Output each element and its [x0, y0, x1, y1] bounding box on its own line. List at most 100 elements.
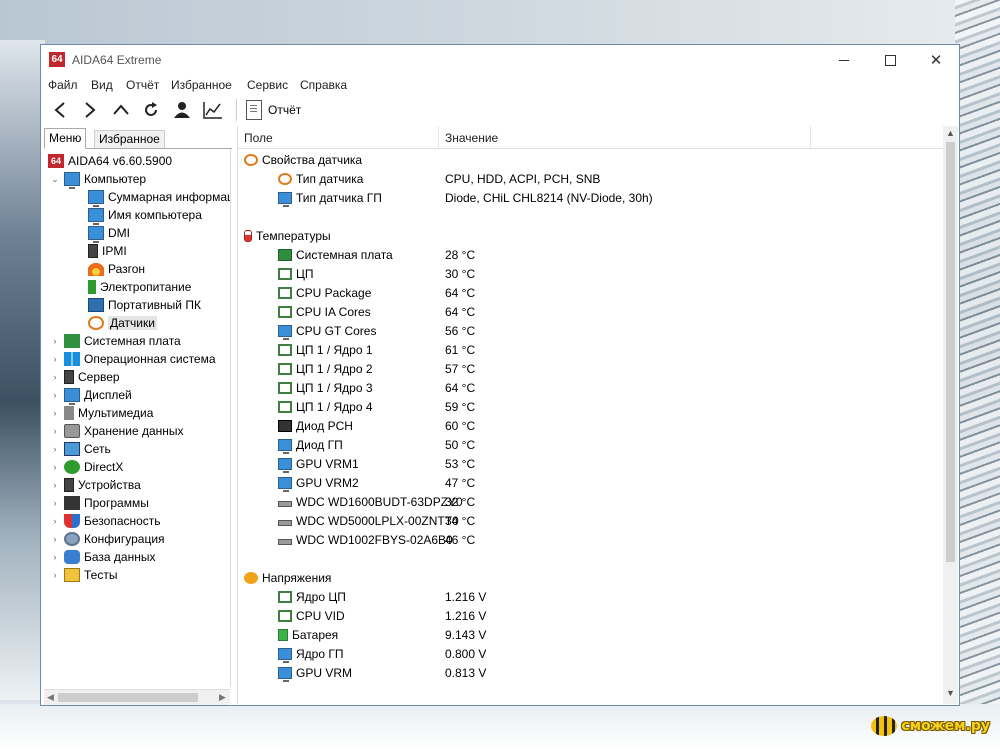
- chevron-right-icon[interactable]: ›: [50, 516, 60, 526]
- tree-item-configuration[interactable]: › Конфигурация: [50, 530, 165, 548]
- tree-item-tests[interactable]: › Тесты: [50, 566, 117, 584]
- refresh-button[interactable]: [138, 97, 164, 123]
- benchmark-chart-button[interactable]: [200, 97, 226, 123]
- menu-help[interactable]: Справка: [300, 78, 347, 92]
- chevron-right-icon[interactable]: ›: [50, 426, 60, 436]
- tree-item-network[interactable]: › Сеть: [50, 440, 111, 458]
- tree-item-computer[interactable]: ⌄ Компьютер: [50, 170, 146, 189]
- sensor-row[interactable]: Ядро ГП 0.800 V: [238, 644, 938, 663]
- tree-item-motherboard[interactable]: › Системная плата: [50, 332, 181, 350]
- sensor-row[interactable]: GPU VRM1 53 °C: [238, 454, 938, 473]
- directx-icon: [64, 460, 80, 474]
- scroll-down-icon[interactable]: ▼: [946, 688, 955, 698]
- column-header-field[interactable]: Поле: [244, 131, 273, 145]
- tab-menu[interactable]: Меню: [44, 128, 87, 149]
- forward-button[interactable]: [77, 97, 103, 123]
- tree-item-sensors[interactable]: Датчики: [88, 314, 157, 332]
- tab-favorites[interactable]: Избранное: [94, 130, 165, 148]
- chevron-down-icon[interactable]: ⌄: [50, 174, 60, 184]
- report-button[interactable]: Отчёт: [246, 98, 301, 122]
- chevron-right-icon[interactable]: ›: [50, 390, 60, 400]
- chevron-right-icon[interactable]: ›: [50, 534, 60, 544]
- tree-item-multimedia[interactable]: › Мультимедиа: [50, 404, 153, 422]
- sensor-row[interactable]: Диод ГП 50 °C: [238, 435, 938, 454]
- minimize-button[interactable]: [821, 45, 867, 75]
- tree-item-programs[interactable]: › Программы: [50, 494, 149, 512]
- sensor-row[interactable]: CPU GT Cores 56 °C: [238, 321, 938, 340]
- user-button[interactable]: [169, 97, 195, 123]
- sensor-row[interactable]: ЦП 1 / Ядро 1 61 °C: [238, 340, 938, 359]
- tree-item-server[interactable]: › Сервер: [50, 368, 120, 386]
- tree-item-security[interactable]: › Безопасность: [50, 512, 161, 530]
- menu-report[interactable]: Отчёт: [126, 78, 159, 92]
- scroll-left-icon[interactable]: ◀: [47, 692, 54, 703]
- sensor-row[interactable]: Системная плата 28 °C: [238, 245, 938, 264]
- tree-item-display[interactable]: › Дисплей: [50, 386, 132, 405]
- sensor-row[interactable]: GPU VRM2 47 °C: [238, 473, 938, 492]
- sensor-row[interactable]: CPU Package 64 °C: [238, 283, 938, 302]
- tree-horizontal-scrollbar[interactable]: ◀ ▶: [44, 689, 230, 705]
- sensor-row[interactable]: ЦП 1 / Ядро 2 57 °C: [238, 359, 938, 378]
- sensor-row[interactable]: WDC WD1002FBYS-02A6B0 46 °C: [238, 530, 938, 549]
- sensor-row[interactable]: CPU VID 1.216 V: [238, 606, 938, 625]
- tree-item-storage[interactable]: › Хранение данных: [50, 422, 184, 440]
- sensor-row[interactable]: Тип датчика ГП Diode, CHiL CHL8214 (NV-Di…: [238, 188, 938, 207]
- scroll-right-icon[interactable]: ▶: [219, 692, 226, 703]
- tree-item-summary[interactable]: Суммарная информация: [88, 188, 230, 207]
- table-vertical-scrollbar[interactable]: ▲ ▼: [943, 126, 958, 704]
- tree-item-ipmi[interactable]: IPMI: [88, 242, 127, 260]
- sensor-row[interactable]: Батарея 9.143 V: [238, 625, 938, 644]
- menu-view[interactable]: Вид: [91, 78, 113, 92]
- sensor-row[interactable]: ЦП 1 / Ядро 4 59 °C: [238, 397, 938, 416]
- back-button[interactable]: [47, 97, 73, 123]
- scroll-up-icon[interactable]: ▲: [946, 128, 955, 138]
- sensor-row[interactable]: GPU VRM 0.813 V: [238, 663, 938, 682]
- tree-item-database[interactable]: › База данных: [50, 548, 155, 566]
- sensor-row[interactable]: ЦП 30 °C: [238, 264, 938, 283]
- sensor-group-header[interactable]: Свойства датчика: [238, 150, 938, 169]
- maximize-button[interactable]: [867, 45, 913, 75]
- column-divider[interactable]: [438, 126, 439, 148]
- minimize-icon: [839, 59, 849, 61]
- sensor-group-header[interactable]: Напряжения: [238, 568, 938, 587]
- sensor-group-header[interactable]: Температуры: [238, 226, 938, 245]
- tree-item-overclock[interactable]: Разгон: [88, 260, 145, 278]
- sensor-row[interactable]: Диод PCH 60 °C: [238, 416, 938, 435]
- chevron-right-icon[interactable]: ›: [50, 480, 60, 490]
- tree-item-computer-name[interactable]: Имя компьютера: [88, 206, 202, 225]
- menu-file[interactable]: Файл: [48, 78, 78, 92]
- close-button[interactable]: ✕: [913, 45, 959, 75]
- tree-item-root[interactable]: 64 AIDA64 v6.60.5900: [48, 152, 172, 170]
- computer-icon: [64, 172, 80, 189]
- chevron-right-icon[interactable]: ›: [50, 444, 60, 454]
- sensor-row[interactable]: CPU IA Cores 64 °C: [238, 302, 938, 321]
- tree-item-devices[interactable]: › Устройства: [50, 476, 141, 494]
- chevron-right-icon[interactable]: ›: [50, 336, 60, 346]
- chevron-right-icon[interactable]: ›: [50, 570, 60, 580]
- title-bar[interactable]: 64 AIDA64 Extreme ✕: [41, 45, 959, 75]
- sensor-row[interactable]: Тип датчика CPU, HDD, ACPI, PCH, SNB: [238, 169, 938, 188]
- tree-item-power[interactable]: Электропитание: [88, 278, 191, 296]
- scrollbar-thumb[interactable]: [946, 142, 955, 562]
- sensor-row[interactable]: ЦП 1 / Ядро 3 64 °C: [238, 378, 938, 397]
- sensor-row[interactable]: WDC WD5000LPLX-00ZNTT0 34 °C: [238, 511, 938, 530]
- menu-favorites[interactable]: Избранное: [171, 78, 232, 92]
- tree-item-dmi[interactable]: DMI: [88, 224, 130, 243]
- column-header-value[interactable]: Значение: [445, 131, 498, 145]
- chevron-right-icon[interactable]: ›: [50, 498, 60, 508]
- tree-item-portable[interactable]: Портативный ПК: [88, 296, 201, 314]
- tree-item-directx[interactable]: › DirectX: [50, 458, 123, 476]
- chevron-right-icon[interactable]: ›: [50, 408, 60, 418]
- chevron-right-icon[interactable]: ›: [50, 462, 60, 472]
- sensor-row[interactable]: WDC WD1600BUDT-63DPZY0 32 °C: [238, 492, 938, 511]
- sensor-row[interactable]: Ядро ЦП 1.216 V: [238, 587, 938, 606]
- sensor-value: 46 °C: [445, 533, 476, 547]
- menu-service[interactable]: Сервис: [247, 78, 288, 92]
- chevron-right-icon[interactable]: ›: [50, 552, 60, 562]
- scrollbar-thumb[interactable]: [58, 693, 198, 702]
- chevron-right-icon[interactable]: ›: [50, 372, 60, 382]
- tree-item-os[interactable]: › Операционная система: [50, 350, 216, 368]
- column-divider[interactable]: [810, 126, 811, 148]
- up-button[interactable]: [108, 97, 134, 123]
- chevron-right-icon[interactable]: ›: [50, 354, 60, 364]
